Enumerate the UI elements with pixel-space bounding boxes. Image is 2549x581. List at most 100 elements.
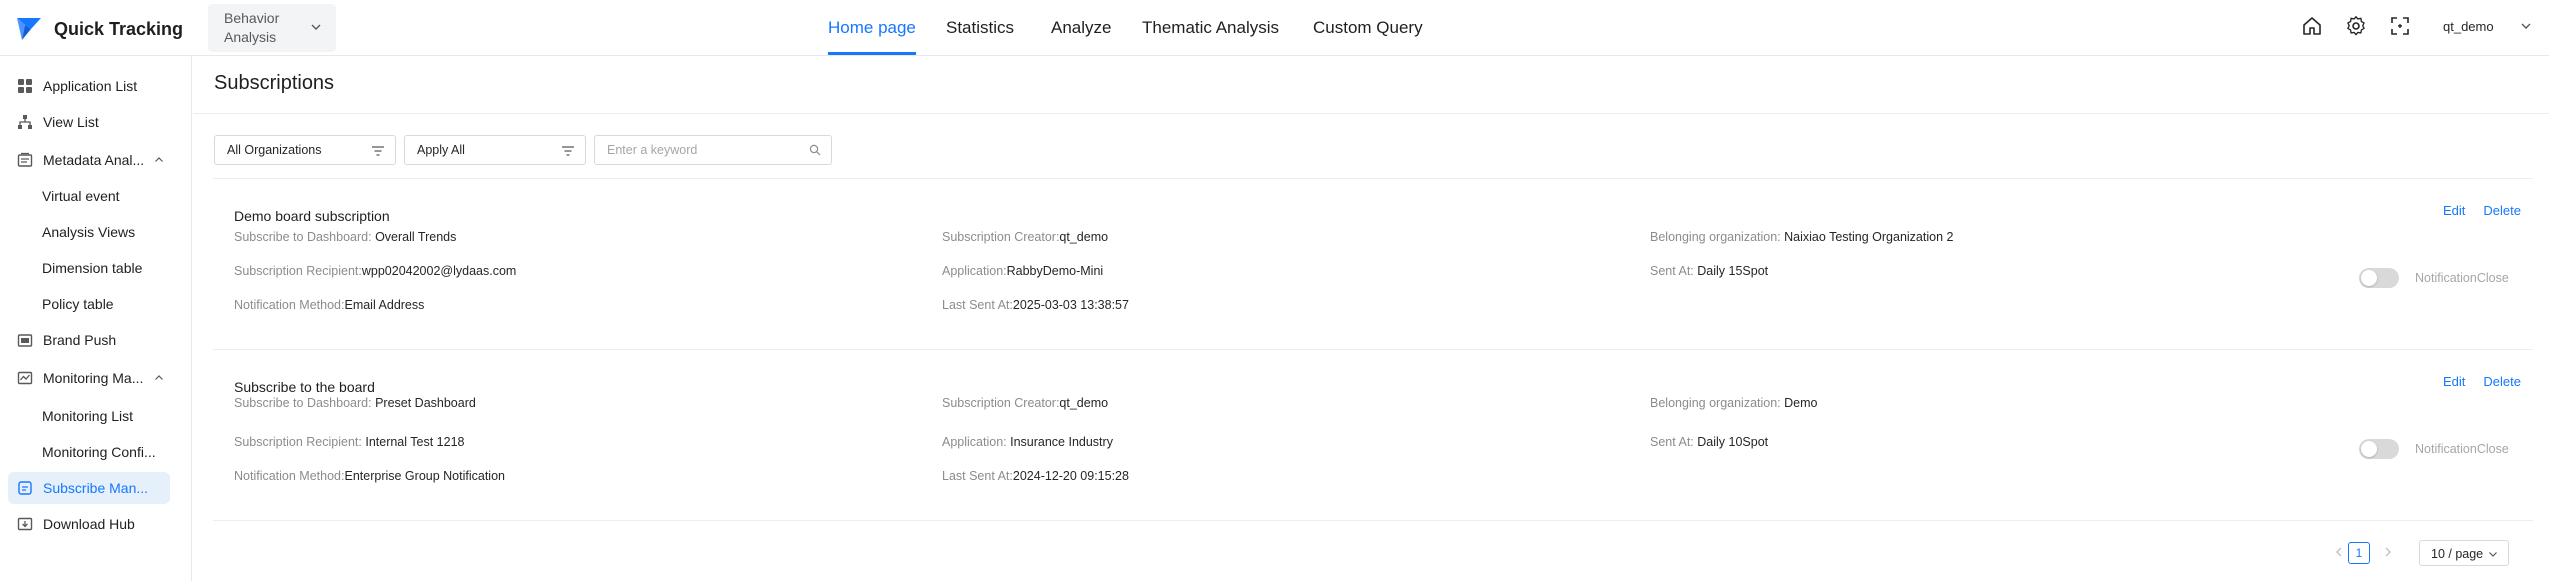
home-icon[interactable]: [2300, 14, 2324, 38]
creator-field: Subscription Creator:qt_demo: [942, 396, 1108, 410]
sidebar-item-label: Dimension table: [42, 260, 143, 276]
dashboard-field: Subscribe to Dashboard: Preset Dashboard: [234, 396, 476, 410]
chevron-up-icon[interactable]: [154, 373, 164, 383]
sidebar-item-label: View List: [43, 114, 99, 130]
field-label: Belonging organization:: [1650, 230, 1781, 244]
filter-lines-icon: [562, 146, 574, 156]
sidebar-item-label: Monitoring Confi...: [42, 444, 156, 460]
field-label: Sent At:: [1650, 264, 1694, 278]
subscription-card: Demo board subscription Edit Delete Subsc…: [213, 203, 2533, 378]
organization-filter-select[interactable]: All Organizations: [214, 135, 396, 165]
sidebar-item-label: Subscribe Man...: [43, 480, 149, 496]
sidebar-item-label: Analysis Views: [42, 224, 136, 240]
scope-select[interactable]: Behavior Analysis: [208, 4, 336, 52]
field-value: Internal Test 1218: [365, 435, 465, 449]
sidebar-item-monitoring-management[interactable]: Monitoring Ma...: [8, 362, 170, 394]
nav-home-page[interactable]: Home page: [828, 18, 916, 38]
title-divider: [193, 113, 2549, 114]
nav-statistics[interactable]: Statistics: [946, 18, 1014, 38]
organization-field: Belonging organization: Naixiao Testing …: [1650, 230, 1953, 244]
top-header: Quick Tracking Behavior Analysis Home pa…: [0, 0, 2549, 56]
application-filter-value: Apply All: [417, 143, 465, 157]
notification-status-label: NotificationClose: [2415, 442, 2509, 456]
field-value: Daily 10Spot: [1697, 435, 1769, 449]
edit-button[interactable]: Edit: [2443, 374, 2465, 389]
search-icon[interactable]: [809, 144, 821, 156]
nav-thematic-analysis[interactable]: Thematic Analysis: [1142, 18, 1279, 38]
app-logo[interactable]: Quick Tracking: [12, 12, 183, 46]
sidebar-item-brand-push[interactable]: Brand Push: [8, 324, 170, 356]
sidebar-item-application-list[interactable]: Application List: [8, 70, 170, 102]
field-value: Email Address: [344, 298, 425, 312]
chevron-left-icon[interactable]: [2334, 546, 2344, 558]
application-filter-select[interactable]: Apply All: [404, 135, 586, 165]
nav-analyze[interactable]: Analyze: [1051, 18, 1111, 38]
field-value: wpp02042002@lydaas.com: [361, 264, 517, 278]
subscription-card: Subscribe to the board Edit Delete Subscr…: [213, 374, 2533, 549]
sidebar-item-metadata-analysis[interactable]: Metadata Anal...: [8, 144, 170, 176]
sidebar-item-label: Policy table: [42, 296, 114, 312]
keyword-search-input[interactable]: [605, 142, 795, 158]
last-sent-field: Last Sent At:2025-03-03 13:38:57: [942, 298, 1129, 312]
sidebar-item-policy-table[interactable]: Policy table: [8, 288, 170, 320]
application-field: Application:RabbyDemo-Mini: [942, 264, 1103, 278]
subscription-title: Subscribe to the board: [234, 379, 375, 395]
nav-active-indicator: [828, 52, 916, 55]
page-title: Subscriptions: [214, 72, 335, 94]
push-icon: [17, 334, 33, 347]
last-sent-field: Last Sent At:2024-12-20 09:15:28: [942, 469, 1129, 483]
filter-lines-icon: [372, 146, 384, 156]
field-label: Notification Method:: [234, 298, 345, 312]
nav-custom-query[interactable]: Custom Query: [1313, 18, 1423, 38]
app-name: Quick Tracking: [54, 18, 184, 39]
field-label: Notification Method:: [234, 469, 345, 483]
user-menu-name[interactable]: qt_demo: [2443, 19, 2494, 34]
sidebar-item-monitoring-config[interactable]: Monitoring Confi...: [8, 436, 170, 468]
sidebar-item-monitoring-list[interactable]: Monitoring List: [8, 400, 170, 432]
creator-field: Subscription Creator:qt_demo: [942, 230, 1108, 244]
notification-toggle[interactable]: [2359, 268, 2399, 288]
subscription-title: Demo board subscription: [234, 208, 390, 224]
field-value: 2025-03-03 13:38:57: [1012, 298, 1129, 312]
field-value: Enterprise Group Notification: [344, 469, 505, 483]
notification-toggle[interactable]: [2359, 439, 2399, 459]
recipient-field: Subscription Recipient:wpp02042002@lydaa…: [234, 264, 516, 278]
grid-apps-icon: [18, 79, 32, 93]
sidebar-item-analysis-views[interactable]: Analysis Views: [8, 216, 170, 248]
sidebar-item-view-list[interactable]: View List: [8, 106, 170, 138]
field-label: Last Sent At:: [942, 298, 1013, 312]
chevron-up-icon[interactable]: [154, 155, 164, 165]
delete-button[interactable]: Delete: [2483, 374, 2521, 389]
chevron-down-icon: [2489, 552, 2497, 557]
edit-button[interactable]: Edit: [2443, 203, 2465, 218]
sidebar-item-label: Download Hub: [43, 516, 135, 532]
subscribe-icon: [18, 481, 32, 495]
settings-gear-icon[interactable]: [2344, 14, 2368, 38]
field-label: Subscription Recipient:: [234, 264, 362, 278]
field-value: Daily 15Spot: [1697, 264, 1769, 278]
page-size-select[interactable]: 10 / page: [2419, 540, 2509, 566]
sidebar-item-virtual-event[interactable]: Virtual event: [8, 180, 170, 212]
card-actions: Edit Delete: [2425, 203, 2521, 218]
sidebar-item-dimension-table[interactable]: Dimension table: [8, 252, 170, 284]
recipient-field: Subscription Recipient: Internal Test 12…: [234, 435, 465, 449]
field-label: Subscription Creator:: [942, 396, 1060, 410]
chevron-right-icon[interactable]: [2383, 546, 2393, 558]
fullscreen-icon[interactable]: [2388, 14, 2412, 38]
notification-status-label: NotificationClose: [2415, 271, 2509, 285]
field-label: Subscription Creator:: [942, 230, 1060, 244]
sidebar-item-label: Metadata Anal...: [43, 152, 145, 168]
sidebar-item-download-hub[interactable]: Download Hub: [8, 508, 170, 540]
list-divider: [213, 349, 2533, 350]
delete-button[interactable]: Delete: [2483, 203, 2521, 218]
field-value: qt_demo: [1059, 396, 1109, 410]
field-label: Subscribe to Dashboard:: [234, 396, 372, 410]
sidebar-item-label: Monitoring Ma...: [43, 370, 144, 386]
keyword-search-box: [594, 135, 832, 165]
tree-structure-icon: [18, 115, 32, 129]
card-actions: Edit Delete: [2425, 374, 2521, 389]
chevron-down-icon[interactable]: [2520, 20, 2532, 32]
pagination-current-page[interactable]: 1: [2348, 542, 2370, 564]
download-icon: [17, 517, 33, 531]
sidebar-item-subscribe-management[interactable]: Subscribe Man...: [8, 472, 170, 504]
